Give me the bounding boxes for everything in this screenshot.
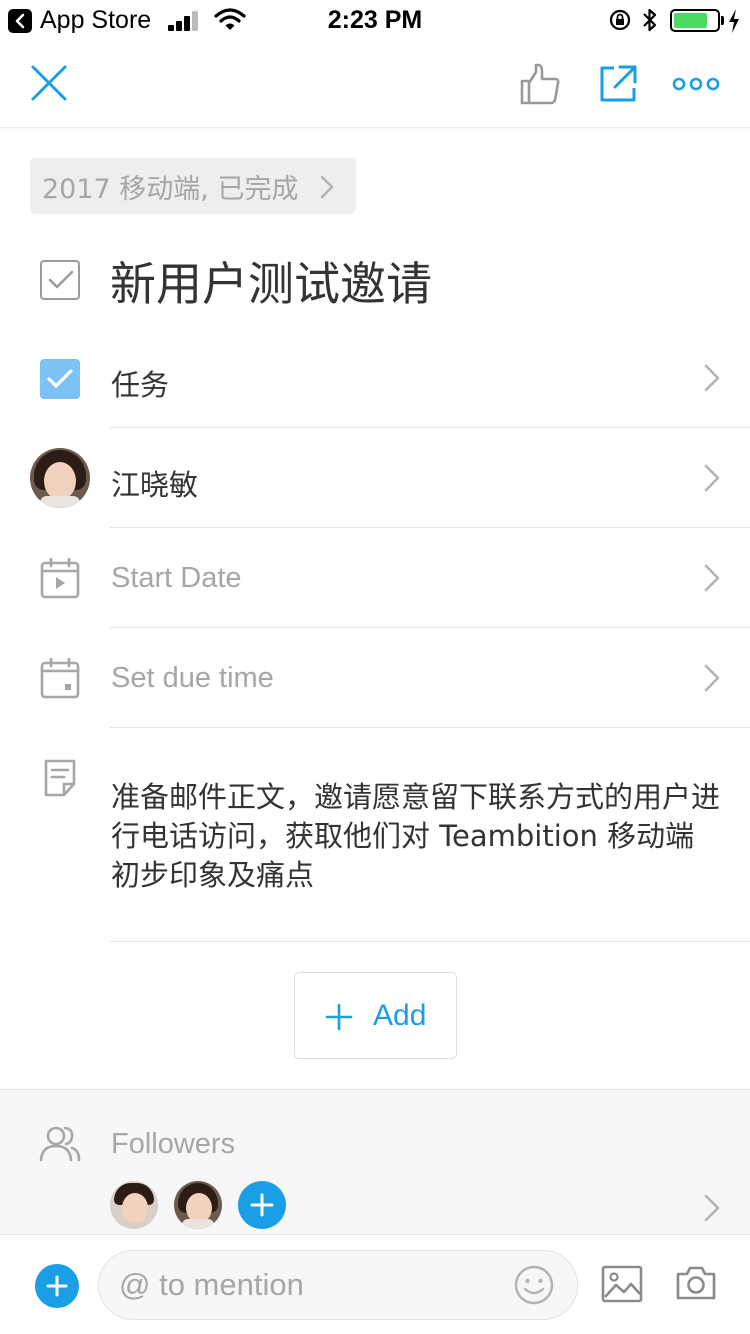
camera-icon[interactable] xyxy=(675,1264,717,1302)
start-date-row[interactable]: Start Date xyxy=(0,528,750,628)
thumbs-up-icon[interactable] xyxy=(519,62,561,106)
status-bar: App Store 2:23 PM xyxy=(0,0,750,40)
check-icon xyxy=(48,270,74,289)
followers-section[interactable]: Followers xyxy=(0,1089,750,1234)
task-type-label: 任务 xyxy=(111,368,170,402)
open-external-icon[interactable] xyxy=(598,64,638,104)
nav-bar xyxy=(0,40,750,128)
comment-bar xyxy=(0,1234,750,1334)
calendar-due-icon xyxy=(40,657,80,699)
follower-avatar[interactable] xyxy=(174,1181,222,1229)
follower-avatar[interactable] xyxy=(110,1181,158,1229)
breadcrumb-label: 2017 移动端, 已完成 xyxy=(42,173,299,205)
bluetooth-icon xyxy=(643,8,657,32)
note-text: 准备邮件正文，邀请愿意留下联系方式的用户进行电话访问，获取他们对 Teambit… xyxy=(111,780,721,892)
task-title[interactable]: 新用户测试邀请 xyxy=(110,248,432,314)
due-time-placeholder: Set due time xyxy=(111,662,274,694)
attach-plus-button[interactable] xyxy=(35,1264,79,1308)
assignee-name: 江晓敏 xyxy=(111,468,199,502)
emoji-icon[interactable] xyxy=(513,1264,555,1306)
calendar-start-icon xyxy=(40,557,80,599)
task-type-icon xyxy=(40,359,80,399)
chevron-right-icon xyxy=(704,564,720,592)
followers-title: Followers xyxy=(111,1128,236,1160)
due-time-row[interactable]: Set due time xyxy=(0,628,750,728)
clock: 2:23 PM xyxy=(327,6,423,34)
charging-icon xyxy=(729,9,739,33)
task-type-row[interactable]: 任务 xyxy=(0,328,750,428)
assignee-avatar xyxy=(30,448,90,508)
image-icon[interactable] xyxy=(601,1265,643,1303)
comment-input[interactable] xyxy=(98,1250,578,1320)
plus-icon xyxy=(46,1275,68,1297)
add-follower-button[interactable] xyxy=(238,1181,286,1229)
chevron-right-icon xyxy=(704,364,720,392)
add-button-label: Add xyxy=(373,999,427,1032)
assignee-row[interactable]: 江晓敏 xyxy=(0,428,750,528)
chevron-right-icon xyxy=(704,1194,720,1222)
task-complete-checkbox[interactable] xyxy=(40,260,80,300)
start-date-placeholder: Start Date xyxy=(111,562,242,594)
close-icon[interactable] xyxy=(30,64,68,102)
chevron-right-icon xyxy=(704,664,720,692)
battery-level xyxy=(674,13,707,28)
note-icon xyxy=(44,759,76,797)
more-icon[interactable] xyxy=(672,76,720,92)
plus-icon xyxy=(325,1003,353,1031)
plus-icon xyxy=(250,1193,274,1217)
orientation-lock-icon xyxy=(609,9,631,31)
add-field-button[interactable]: Add xyxy=(294,972,457,1059)
followers-icon xyxy=(39,1126,81,1162)
task-note[interactable]: 准备邮件正文，邀请愿意留下联系方式的用户进行电话访问，获取他们对 Teambit… xyxy=(0,728,750,942)
project-breadcrumb[interactable]: 2017 移动端, 已完成 xyxy=(30,158,356,214)
battery-icon xyxy=(670,9,720,32)
chevron-right-icon xyxy=(320,175,334,199)
chevron-right-icon xyxy=(704,464,720,492)
